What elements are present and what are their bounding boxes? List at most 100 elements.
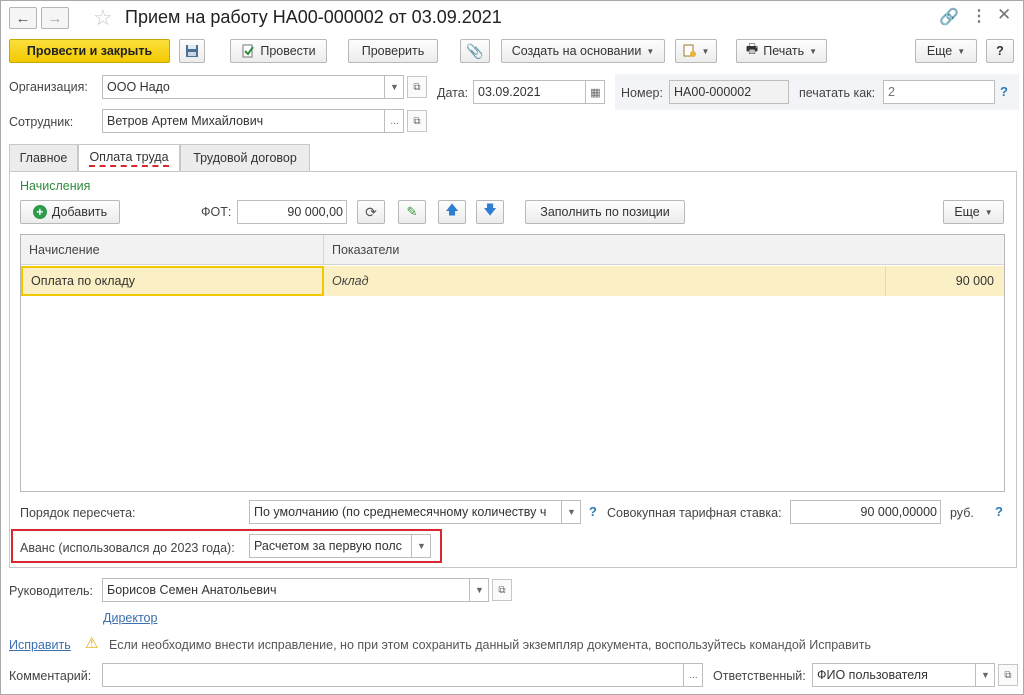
refresh-button[interactable]: ⟳ [357,200,385,224]
manager-position-link[interactable]: Директор [103,611,157,625]
date-value: 03.09.2021 [478,85,541,99]
more-label: Еще [926,44,953,58]
arrow-right-icon: → [47,9,63,27]
edit-button[interactable]: ✎ [398,200,426,224]
responsible-open-button[interactable]: ⧉ [998,664,1018,686]
print-button[interactable]: 🖶 Печать ▼ [736,39,827,63]
accruals-table: Начисление Показатели Оплата по окладу О… [20,234,1005,492]
recalc-field[interactable]: По умолчанию (по среднемесячному количес… [249,500,581,524]
employee-select-button[interactable]: ... [384,110,403,132]
accruals-section-title: Начисления [20,179,91,193]
open-window-icon: ⧉ [413,81,421,93]
help-button[interactable]: ? [986,39,1014,63]
related-docs-button[interactable]: ▼ [675,39,717,63]
manager-open-button[interactable]: ⧉ [492,579,512,601]
column-header-indicators[interactable]: Показатели [324,235,1004,265]
attach-button[interactable]: 📎 [460,39,490,63]
check-button[interactable]: Проверить [348,39,438,63]
print-as-input[interactable] [883,80,995,104]
help-icon[interactable]: ? [1000,84,1008,99]
grid-more-label: Еще [954,205,980,219]
advance-value: Расчетом за первую полс [254,539,402,553]
rate-label: Совокупная тарифная ставка: [607,506,782,520]
advance-label: Аванс (использовался до 2023 года): [20,541,235,555]
manager-dropdown-button[interactable]: ▼ [469,579,488,601]
chevron-down-icon: ▼ [957,46,966,56]
forward-button[interactable]: → [41,7,69,29]
tab-salary[interactable]: Оплата труда [78,144,180,172]
org-dropdown-button[interactable]: ▼ [384,76,403,98]
fill-by-position-button[interactable]: Заполнить по позиции [525,200,685,224]
arrow-left-icon: ← [15,9,31,27]
responsible-field[interactable]: ФИО пользователя ▼ [812,663,995,687]
fot-field[interactable]: 90 000,00 [237,200,347,224]
advance-field[interactable]: Расчетом за первую полс ▼ [249,534,431,558]
document-window: ← → ☆ Прием на работу НА00-000002 от 03.… [0,0,1024,695]
ellipsis-icon: ... [390,115,399,127]
fix-link[interactable]: Исправить [9,638,71,652]
org-open-button[interactable]: ⧉ [407,76,427,98]
move-up-button[interactable]: 🡅 [438,200,466,224]
employee-value: Ветров Артем Михайлович [107,114,264,128]
table-row[interactable]: Оплата по окладу Оклад 90 000 [21,266,1004,296]
post-label: Провести [260,44,316,58]
post-button[interactable]: Провести [230,39,327,63]
close-icon[interactable]: ✕ [997,5,1011,25]
number-field[interactable]: НА00-000002 [669,80,789,104]
help-icon[interactable]: ? [589,504,597,519]
responsible-value: ФИО пользователя [817,668,928,682]
rate-field[interactable]: 90 000,00000 [790,500,941,524]
tab-salary-label: Оплата труда [89,150,169,167]
value-cell[interactable]: 90 000 [885,266,1004,296]
move-down-button[interactable]: 🡇 [476,200,504,224]
recalc-value: По умолчанию (по среднемесячному количес… [254,505,547,519]
open-window-icon: ⧉ [1004,669,1012,681]
comment-edit-button[interactable]: ... [683,664,702,686]
comment-label: Комментарий: [9,669,92,683]
kebab-menu-icon[interactable]: ⋮ [971,6,987,26]
responsible-dropdown-button[interactable]: ▼ [975,664,994,686]
create-based-on-button[interactable]: Создать на основании ▼ [501,39,665,63]
org-field[interactable]: ООО Надо ▼ [102,75,404,99]
pencil-icon: ✎ [406,204,418,219]
column-header-accrual[interactable]: Начисление [21,235,324,265]
add-button[interactable]: + Добавить [20,200,120,224]
chevron-down-icon: ▼ [984,207,993,217]
manager-field[interactable]: Борисов Семен Анатольевич ▼ [102,578,489,602]
refresh-icon: ⟳ [365,203,377,220]
printer-icon: 🖶 [745,41,759,56]
arrow-down-icon: 🡇 [483,202,497,217]
add-label: Добавить [51,205,108,219]
comment-field[interactable]: ... [102,663,703,687]
grid-more-button[interactable]: Еще ▼ [943,200,1004,224]
tab-main[interactable]: Главное [9,144,78,171]
org-value: ООО Надо [107,80,170,94]
chevron-down-icon: ▼ [809,46,818,56]
post-and-close-button[interactable]: Провести и закрыть [9,39,170,63]
date-field[interactable]: 03.09.2021 ▦ [473,80,605,104]
back-button[interactable]: ← [9,7,37,29]
employee-field[interactable]: Ветров Артем Михайлович ... [102,109,404,133]
chevron-down-icon: ▼ [701,46,710,56]
table-header: Начисление Показатели [21,235,1004,265]
save-button[interactable] [179,39,205,63]
advance-dropdown-button[interactable]: ▼ [411,535,430,557]
link-icon[interactable]: 🔗 [939,7,959,27]
tab-contract[interactable]: Трудовой договор [180,144,310,171]
accrual-cell[interactable]: Оплата по окладу [21,266,324,296]
recalc-dropdown-button[interactable]: ▼ [561,501,580,523]
warning-icon: ⚠ [85,635,99,652]
star-icon[interactable]: ☆ [93,5,113,31]
org-label: Организация: [9,80,88,94]
chevron-down-icon: ▼ [390,82,399,92]
paperclip-icon: 📎 [466,42,484,59]
indicator-cell[interactable]: Оклад [324,266,885,296]
help-icon[interactable]: ? [995,504,1003,519]
more-button[interactable]: Еще ▼ [915,39,977,63]
calendar-button[interactable]: ▦ [585,81,604,103]
chevron-down-icon: ▼ [567,507,576,517]
chevron-down-icon: ▼ [417,541,426,551]
document-structure-icon [683,44,696,57]
employee-open-button[interactable]: ⧉ [407,110,427,132]
number-label: Номер: [621,86,663,100]
